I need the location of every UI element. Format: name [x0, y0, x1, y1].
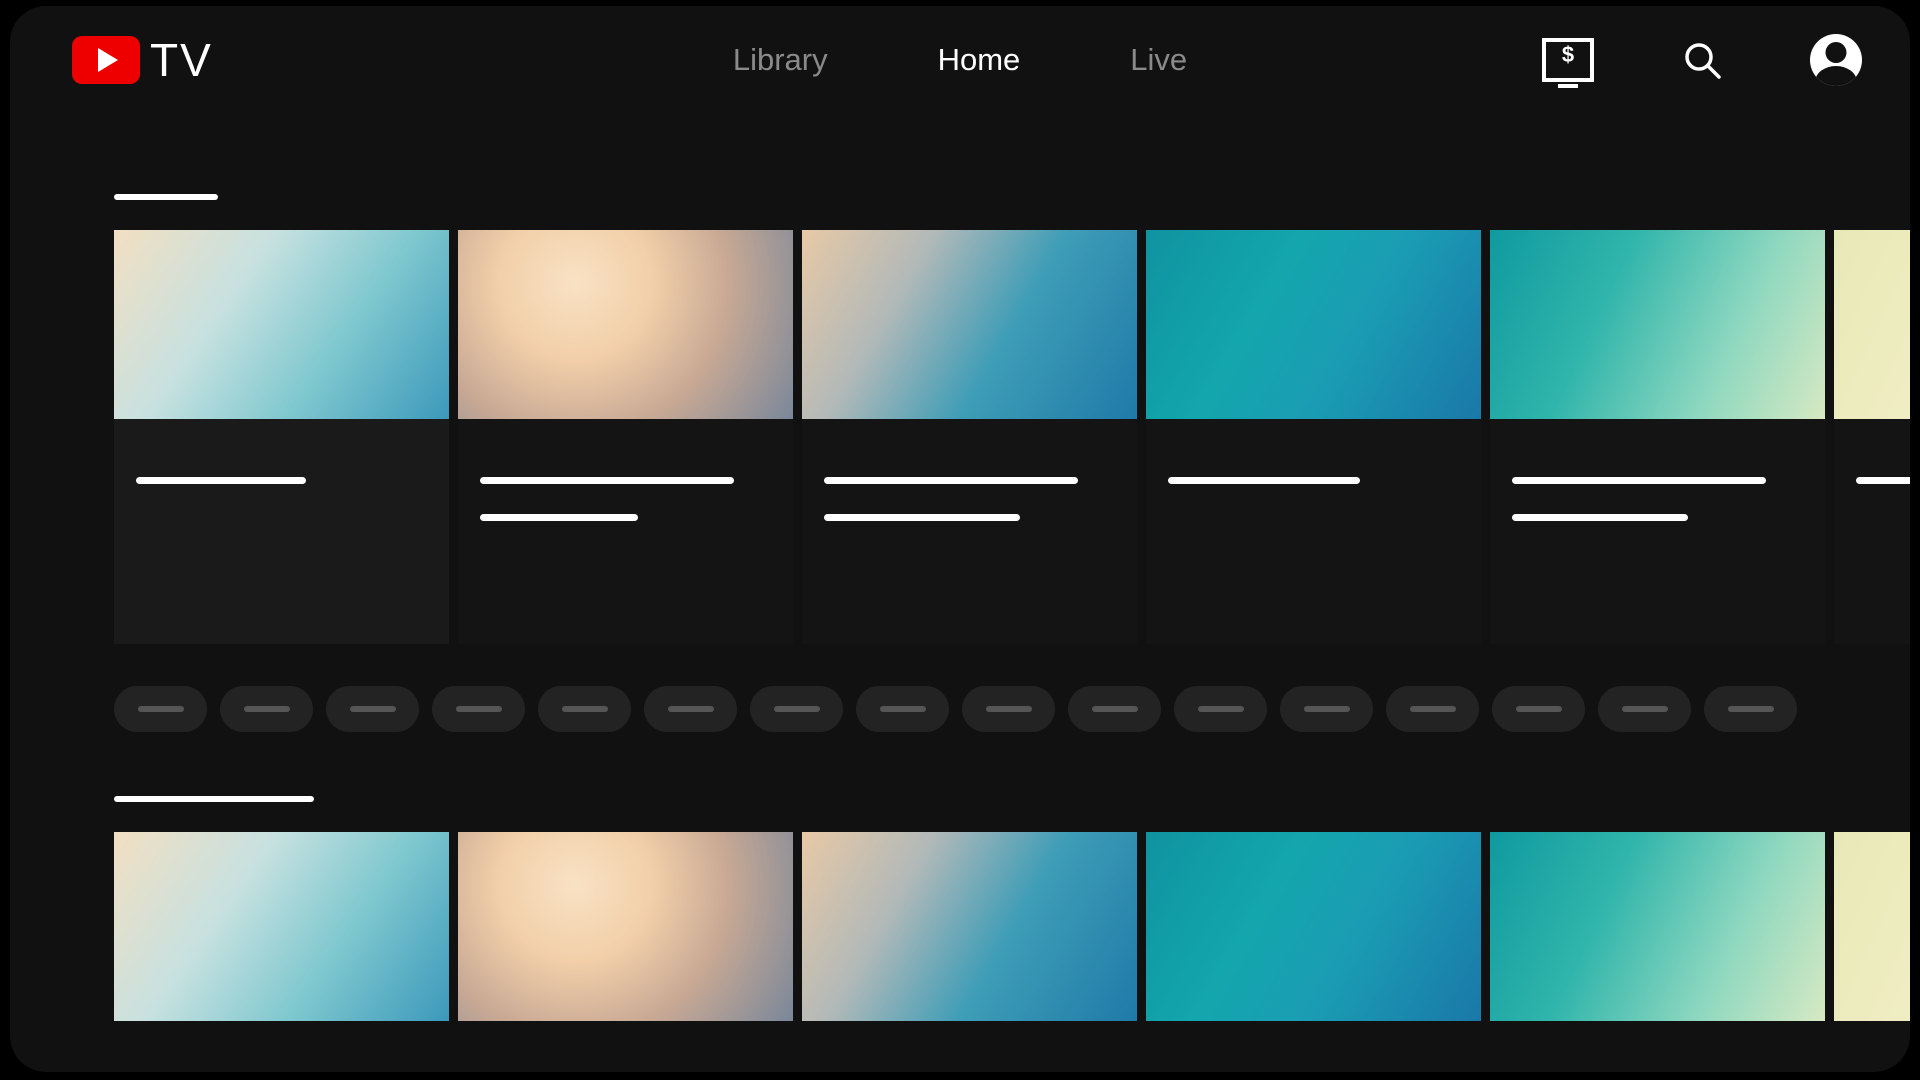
card-info	[1146, 419, 1481, 644]
category-chip[interactable]	[326, 686, 419, 732]
text-skeleton	[1516, 706, 1562, 712]
category-chip[interactable]	[220, 686, 313, 732]
header-actions: $	[1542, 34, 1862, 86]
text-skeleton	[668, 706, 714, 712]
text-skeleton	[136, 477, 306, 484]
category-chip[interactable]	[856, 686, 949, 732]
category-chip[interactable]	[750, 686, 843, 732]
content-row	[10, 230, 1910, 644]
section-title-skeleton	[114, 194, 218, 200]
card-info	[458, 419, 793, 644]
category-chip[interactable]	[1704, 686, 1797, 732]
text-skeleton	[1198, 706, 1244, 712]
card-info	[802, 419, 1137, 644]
thumbnail	[114, 230, 449, 419]
text-skeleton	[138, 706, 184, 712]
text-skeleton	[1728, 706, 1774, 712]
thumbnail	[802, 832, 1137, 1021]
text-skeleton	[456, 706, 502, 712]
text-skeleton	[350, 706, 396, 712]
content-card[interactable]	[458, 230, 793, 644]
content-card[interactable]	[1146, 230, 1481, 644]
content-card[interactable]	[114, 230, 449, 644]
text-skeleton	[1410, 706, 1456, 712]
text-skeleton	[480, 477, 734, 484]
nav-live[interactable]: Live	[1130, 42, 1187, 78]
content-card[interactable]	[802, 230, 1137, 644]
category-chip[interactable]	[1280, 686, 1373, 732]
category-chip[interactable]	[432, 686, 525, 732]
category-chip[interactable]	[1598, 686, 1691, 732]
content-card[interactable]	[114, 832, 449, 1021]
category-chips	[10, 686, 1910, 732]
thumbnail	[458, 230, 793, 419]
content-card[interactable]	[1146, 832, 1481, 1021]
card-info	[1490, 419, 1825, 644]
top-nav: Library Home Live	[733, 42, 1187, 78]
search-icon[interactable]	[1682, 40, 1722, 80]
category-chip[interactable]	[1174, 686, 1267, 732]
cast-dollar-icon[interactable]: $	[1542, 38, 1594, 82]
category-chip[interactable]	[1492, 686, 1585, 732]
nav-home[interactable]: Home	[938, 42, 1021, 78]
content-card[interactable]	[802, 832, 1137, 1021]
card-info	[1834, 419, 1910, 644]
text-skeleton	[1856, 477, 1910, 484]
category-chip[interactable]	[538, 686, 631, 732]
text-skeleton	[1512, 477, 1766, 484]
text-skeleton	[562, 706, 608, 712]
thumbnail	[1834, 832, 1910, 1021]
content-card[interactable]	[458, 832, 793, 1021]
category-chip[interactable]	[1386, 686, 1479, 732]
nav-library[interactable]: Library	[733, 42, 828, 78]
thumbnail	[458, 832, 793, 1021]
header: TV Library Home Live $	[10, 6, 1910, 114]
text-skeleton	[1092, 706, 1138, 712]
category-chip[interactable]	[644, 686, 737, 732]
thumbnail	[1146, 230, 1481, 419]
category-chip[interactable]	[114, 686, 207, 732]
thumbnail	[1834, 230, 1910, 419]
text-skeleton	[244, 706, 290, 712]
logo-text: TV	[150, 33, 213, 87]
thumbnail	[1146, 832, 1481, 1021]
text-skeleton	[1304, 706, 1350, 712]
content-row	[10, 832, 1910, 1021]
category-chip[interactable]	[1068, 686, 1161, 732]
content-card[interactable]	[1490, 230, 1825, 644]
youtube-play-icon	[72, 36, 140, 84]
thumbnail	[802, 230, 1137, 419]
text-skeleton	[1512, 514, 1688, 521]
thumbnail	[114, 832, 449, 1021]
content-card[interactable]	[1834, 832, 1910, 1021]
section-title-skeleton	[114, 796, 314, 802]
text-skeleton	[986, 706, 1032, 712]
account-avatar[interactable]	[1810, 34, 1862, 86]
text-skeleton	[1168, 477, 1360, 484]
text-skeleton	[824, 477, 1078, 484]
category-chip[interactable]	[962, 686, 1055, 732]
text-skeleton	[880, 706, 926, 712]
app-window: TV Library Home Live $	[10, 6, 1910, 1072]
logo[interactable]: TV	[72, 33, 213, 87]
text-skeleton	[774, 706, 820, 712]
text-skeleton	[1622, 706, 1668, 712]
card-info	[114, 419, 449, 644]
thumbnail	[1490, 832, 1825, 1021]
text-skeleton	[480, 514, 638, 521]
text-skeleton	[824, 514, 1020, 521]
content-card[interactable]	[1834, 230, 1910, 644]
content-card[interactable]	[1490, 832, 1825, 1021]
thumbnail	[1490, 230, 1825, 419]
